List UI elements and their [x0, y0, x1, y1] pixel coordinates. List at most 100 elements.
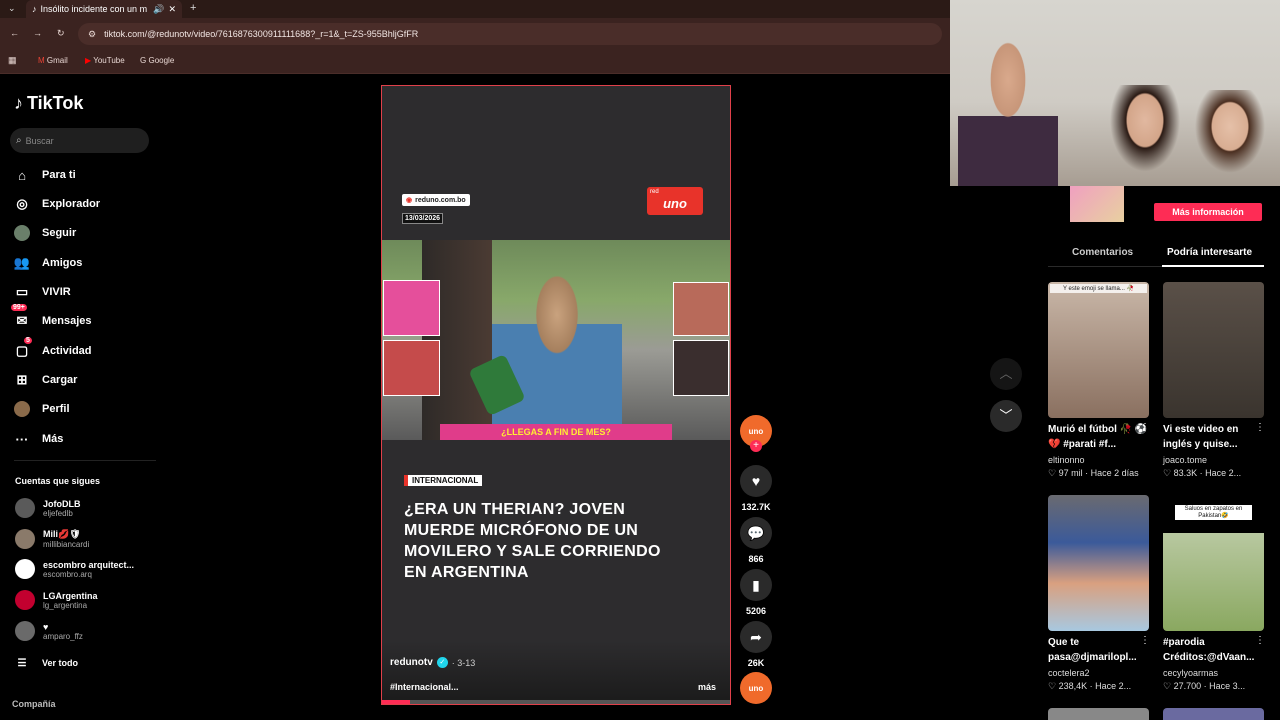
suggestion-stats: ♡ 83.3K · Hace 2...	[1163, 468, 1242, 478]
following-account[interactable]: escombro arquitect... escombro.arq	[15, 559, 134, 579]
following-account[interactable]: Mili💋🛡 millibiancardi	[15, 529, 89, 549]
share-icon: ➦	[750, 628, 762, 645]
tiktok-note-icon: ♪	[14, 93, 23, 113]
nav-activity[interactable]: ▢ 5 Actividad	[14, 337, 92, 359]
suggestion-menu-icon[interactable]: ⋮	[1255, 422, 1265, 433]
nav-profile[interactable]: Perfil	[14, 401, 70, 417]
nav-messages[interactable]: ✉ 99+ Mensajes	[11, 304, 92, 329]
close-tab-icon[interactable]: ✕	[168, 4, 176, 15]
profile-avatar	[14, 401, 30, 417]
next-video-button[interactable]: ﹀	[990, 400, 1022, 432]
person-right	[1185, 90, 1275, 186]
reload-icon[interactable]: ↻	[57, 28, 65, 39]
nav-following[interactable]: Seguir	[14, 225, 76, 241]
bookmark-youtube[interactable]: ▶ YouTube	[85, 56, 125, 65]
bookmark-gmail[interactable]: M Gmail	[38, 56, 68, 65]
music-disc[interactable]: uno	[740, 672, 772, 704]
suggestion-thumbnail[interactable]: Saluos en zapatos en Pakistan🤣	[1163, 495, 1264, 631]
author-row[interactable]: redunotv ✓ · 3-13	[390, 657, 475, 668]
previous-video-button[interactable]: ︿	[990, 358, 1022, 390]
avatar	[15, 559, 35, 579]
suggestion-author[interactable]: cecylyoarmas	[1163, 668, 1218, 678]
suggestion-thumbnail[interactable]	[1163, 282, 1264, 418]
follow-plus-icon[interactable]: +	[750, 440, 762, 452]
suggestion-author[interactable]: joaco.tome	[1163, 455, 1207, 465]
tiktok-favicon-icon: ♪	[32, 4, 37, 14]
suggestion-thumbnail-partial[interactable]	[1163, 708, 1264, 720]
nav-friends[interactable]: 👥 Amigos	[14, 255, 82, 271]
video-frame: ¿LLEGAS A FIN DE MES?	[382, 240, 730, 440]
nav-for-you[interactable]: ⌂ Para ti	[14, 167, 76, 183]
progress-bar[interactable]	[382, 700, 730, 704]
following-divider	[14, 460, 156, 461]
video-player[interactable]: ◉ reduno.com.bo 13/03/2026 red uno ¿LLEGA…	[381, 85, 731, 705]
suggestion-caption[interactable]: Murió el fútbol 🥀 ⚽ 💔 #parati #f...	[1048, 422, 1148, 452]
comment-button[interactable]: 💬	[740, 517, 772, 549]
tab-suggested[interactable]: Podría interesarte	[1167, 247, 1252, 258]
suggestion-caption[interactable]: Que te pasa@djmarilopl...	[1048, 635, 1148, 665]
suggestion-menu-icon[interactable]: ⋮	[1140, 635, 1150, 646]
url-text: tiktok.com/@redunotv/video/7616876300911…	[104, 29, 419, 39]
ad-thumbnail[interactable]	[1070, 186, 1124, 222]
hashtag-link[interactable]: #Internacional...	[390, 682, 459, 692]
live-icon: ▭	[15, 284, 29, 299]
site-info-icon[interactable]: ⚙	[88, 29, 96, 40]
suggestion-stats: ♡ 238,4K · Hace 2...	[1048, 681, 1132, 691]
nav-more[interactable]: ··· Más	[14, 431, 64, 447]
forward-icon[interactable]: →	[33, 28, 42, 38]
url-field[interactable]: ⚙ tiktok.com/@redunotv/video/76168763009…	[78, 23, 942, 45]
gmail-icon: M	[38, 56, 45, 65]
see-all-link[interactable]: ☰ Ver todo	[14, 655, 79, 671]
post-date: · 3-13	[451, 657, 476, 668]
globe-icon: ◉	[406, 197, 413, 204]
suggestion-thumbnail[interactable]: Y este emoji se llama... 🥀	[1048, 282, 1149, 418]
following-title: Cuentas que sigues	[15, 476, 101, 486]
pip-left-top	[383, 280, 440, 336]
more-link[interactable]: más	[698, 682, 716, 692]
pip-right-top	[673, 282, 729, 336]
following-account[interactable]: LGArgentina lg_argentina	[15, 590, 98, 610]
back-icon[interactable]: ←	[10, 28, 19, 38]
suggestion-thumbnail-partial[interactable]	[1048, 708, 1149, 720]
tiktok-sidebar: ♪ TikTok ⌕ Buscar ⌂ Para ti ◎ Explorador Se…	[0, 75, 160, 720]
save-button[interactable]: ▮	[740, 569, 772, 601]
nav-explore[interactable]: ◎ Explorador	[14, 196, 100, 212]
nav-upload[interactable]: ⊞ Cargar	[14, 372, 78, 388]
more-info-button[interactable]: Más información	[1154, 203, 1262, 221]
progress-fill	[382, 700, 410, 704]
tiktok-logo[interactable]: ♪ TikTok	[14, 93, 83, 114]
suggestion-author[interactable]: eltinonno	[1048, 455, 1085, 465]
suggestion-menu-icon[interactable]: ⋮	[1140, 422, 1150, 433]
suggestion-caption[interactable]: Vi este video en inglés y quise...	[1163, 422, 1263, 452]
more-icon: ···	[15, 431, 29, 447]
following-account[interactable]: JofoDLB eljefedlb	[15, 498, 81, 518]
like-button[interactable]: ♥	[740, 465, 772, 497]
new-tab-button[interactable]: +	[190, 2, 196, 14]
browser-tab[interactable]: ♪ Insólito incidente con un m 🔊 ✕	[26, 0, 182, 18]
heart-outline-icon: ♡	[1163, 468, 1172, 478]
suggestion-menu-icon[interactable]: ⋮	[1255, 635, 1265, 646]
thumbnail-overlay-text: Saluos en zapatos en Pakistan🤣	[1175, 505, 1252, 520]
nav-live[interactable]: ▭ VIVIR	[14, 284, 71, 300]
compass-icon: ◎	[16, 196, 28, 211]
upload-icon: ⊞	[16, 372, 28, 387]
tab-comments[interactable]: Comentarios	[1072, 247, 1133, 258]
company-link[interactable]: Compañía	[12, 699, 56, 709]
verified-icon: ✓	[436, 657, 448, 668]
suggestion-author[interactable]: coctelera2	[1048, 668, 1090, 678]
bookmark-google[interactable]: G Google	[140, 56, 174, 65]
suggestion-thumbnail[interactable]	[1048, 495, 1149, 631]
tab-list-icon[interactable]: ⌄	[8, 3, 16, 14]
share-button[interactable]: ➦	[740, 621, 772, 653]
following-account[interactable]: ♥ amparo_ffz	[15, 621, 83, 641]
activity-badge: 5	[24, 337, 32, 344]
audio-icon[interactable]: 🔊	[153, 4, 164, 15]
suggestion-caption[interactable]: #parodia Créditos:@dVaan...	[1163, 635, 1263, 665]
apps-icon[interactable]: ▦	[8, 55, 17, 66]
message-icon: ✉ 99+	[11, 304, 28, 328]
question-banner: ¿LLEGAS A FIN DE MES?	[440, 424, 672, 440]
search-input[interactable]: ⌕ Buscar	[10, 128, 149, 153]
source-badge: ◉ reduno.com.bo	[402, 194, 470, 206]
avatar	[15, 621, 35, 641]
tab-active-indicator	[1162, 265, 1264, 267]
